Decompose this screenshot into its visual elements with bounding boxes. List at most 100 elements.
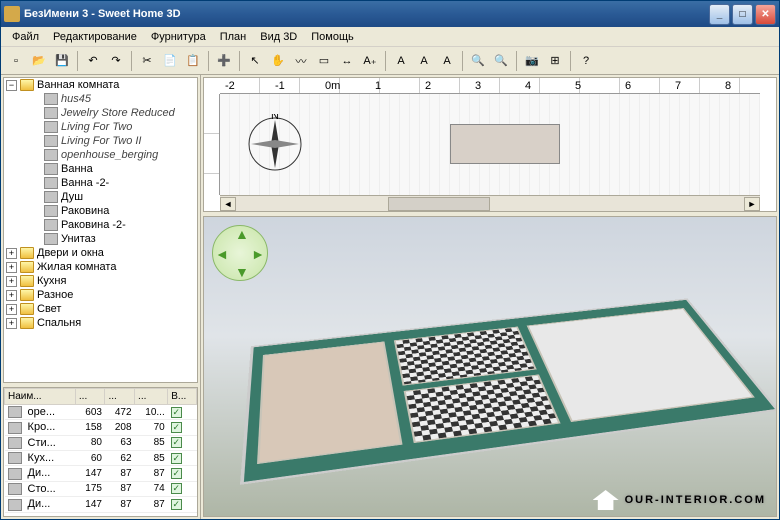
tree-item[interactable]: +Спальня: [4, 316, 197, 330]
visibility-checkbox[interactable]: ✓: [171, 483, 182, 494]
zoom-out-icon[interactable]: 🔍: [490, 50, 512, 72]
nav-up-icon[interactable]: ▲: [235, 226, 249, 242]
tree-item[interactable]: + Двери и окна: [4, 246, 197, 260]
tree-item[interactable]: Ванна: [4, 162, 197, 176]
tree-item[interactable]: +Разное: [4, 288, 197, 302]
help-icon[interactable]: ?: [575, 50, 597, 72]
open-icon[interactable]: 📂: [28, 50, 50, 72]
expand-icon[interactable]: +: [6, 248, 17, 259]
column-header[interactable]: ...: [135, 389, 168, 405]
visibility-checkbox[interactable]: ✓: [171, 422, 182, 433]
column-header[interactable]: ...: [105, 389, 135, 405]
document-new-icon[interactable]: ▫: [5, 50, 27, 72]
cut-icon[interactable]: ✂: [136, 50, 158, 72]
plan-canvas[interactable]: N: [220, 94, 760, 195]
column-header[interactable]: Наим...: [5, 389, 76, 405]
visibility-checkbox[interactable]: ✓: [171, 437, 182, 448]
scroll-right-button[interactable]: ►: [744, 197, 760, 211]
expand-icon[interactable]: +: [6, 262, 17, 273]
view-3d[interactable]: ▲ ▼ ◄ ► OUR-INTERIOR.COM: [203, 216, 777, 517]
wall-icon[interactable]: 〰: [290, 50, 312, 72]
folder-icon: [20, 79, 34, 91]
menu-файл[interactable]: Файл: [5, 29, 46, 45]
visibility-checkbox[interactable]: ✓: [171, 453, 182, 464]
plan-scrollbar-horizontal[interactable]: ◄ ►: [220, 195, 760, 211]
add-furniture-icon[interactable]: ➕: [213, 50, 235, 72]
table-row[interactable]: Сто...1758774✓: [5, 481, 197, 496]
nav-3d-widget[interactable]: ▲ ▼ ◄ ►: [212, 225, 268, 281]
furniture-table[interactable]: Наим............В... оре...60347210...✓ …: [3, 387, 198, 517]
select-icon[interactable]: ↖: [244, 50, 266, 72]
camera-icon[interactable]: 📷: [521, 50, 543, 72]
menu-редактирование[interactable]: Редактирование: [46, 29, 144, 45]
tree-item[interactable]: Раковина -2-: [4, 218, 197, 232]
tree-item[interactable]: Унитаз: [4, 232, 197, 246]
tree-item[interactable]: Living For Two II: [4, 134, 197, 148]
menu-вид 3d[interactable]: Вид 3D: [253, 29, 304, 45]
nav-left-icon[interactable]: ◄: [215, 246, 229, 262]
close-button[interactable]: ✕: [755, 4, 776, 25]
column-header[interactable]: В...: [168, 389, 197, 405]
menu-план[interactable]: План: [213, 29, 254, 45]
menu-фурнитура[interactable]: Фурнитура: [144, 29, 213, 45]
visibility-checkbox[interactable]: ✓: [171, 499, 182, 510]
dimension-icon[interactable]: ↔: [336, 50, 358, 72]
expand-icon[interactable]: +: [6, 318, 17, 329]
table-row[interactable]: Ди...1478787✓: [5, 497, 197, 512]
nav-down-icon[interactable]: ▼: [235, 264, 249, 280]
scroll-left-button[interactable]: ◄: [220, 197, 236, 211]
text-bold-icon[interactable]: A: [413, 50, 435, 72]
preferences-icon[interactable]: ⊞: [544, 50, 566, 72]
tree-label: Свет: [37, 303, 61, 315]
tree-item[interactable]: +Кухня: [4, 274, 197, 288]
undo-icon[interactable]: ↶: [82, 50, 104, 72]
text-icon[interactable]: A₊: [359, 50, 381, 72]
visibility-checkbox[interactable]: ✓: [171, 468, 182, 479]
collapse-icon[interactable]: −: [6, 80, 17, 91]
room-icon[interactable]: ▭: [313, 50, 335, 72]
tree-item[interactable]: Jewelry Store Reduced: [4, 106, 197, 120]
text-opts-icon[interactable]: A: [436, 50, 458, 72]
folder-icon: [20, 261, 34, 273]
expand-icon[interactable]: +: [6, 276, 17, 287]
folder-icon: [20, 303, 34, 315]
expand-icon[interactable]: +: [6, 304, 17, 315]
plan-2d-view[interactable]: -2-10m12345678 N ◄ ►: [203, 77, 777, 212]
save-icon[interactable]: 💾: [51, 50, 73, 72]
column-header[interactable]: ...: [75, 389, 105, 405]
scroll-thumb[interactable]: [388, 197, 490, 211]
tree-item[interactable]: Душ: [4, 190, 197, 204]
copy-icon[interactable]: 📄: [159, 50, 181, 72]
catalog-tree[interactable]: − Ванная комнатаhus45Jewelry Store Reduce…: [3, 77, 198, 383]
table-row[interactable]: Кро...15820870✓: [5, 420, 197, 435]
tree-item[interactable]: + Свет: [4, 302, 197, 316]
table-row[interactable]: Кух...606285✓: [5, 451, 197, 466]
visibility-checkbox[interactable]: ✓: [171, 407, 182, 418]
minimize-button[interactable]: _: [709, 4, 730, 25]
table-row[interactable]: оре...60347210...✓: [5, 405, 197, 420]
tree-label: Двери и окна: [37, 247, 104, 259]
tree-item[interactable]: − Ванная комната: [4, 78, 197, 92]
redo-icon[interactable]: ↷: [105, 50, 127, 72]
tree-item[interactable]: Раковина: [4, 204, 197, 218]
table-row[interactable]: Ди...1478787✓: [5, 466, 197, 481]
furniture-icon: [44, 205, 58, 217]
expand-icon[interactable]: +: [6, 290, 17, 301]
tree-item[interactable]: Living For Two: [4, 120, 197, 134]
floor-3d: [240, 298, 777, 484]
menu-помощь[interactable]: Помощь: [304, 29, 361, 45]
nav-right-icon[interactable]: ►: [251, 246, 265, 262]
maximize-button[interactable]: □: [732, 4, 753, 25]
tree-item[interactable]: openhouse_berging: [4, 148, 197, 162]
pan-icon[interactable]: ✋: [267, 50, 289, 72]
table-row[interactable]: Сти...806385✓: [5, 435, 197, 450]
tree-label: Ванная комната: [37, 79, 119, 91]
tree-item[interactable]: +Жилая комната: [4, 260, 197, 274]
paste-icon[interactable]: 📋: [182, 50, 204, 72]
tree-label: Раковина -2-: [61, 219, 126, 231]
ruler-vertical: [204, 94, 220, 195]
text-italic-icon[interactable]: A: [390, 50, 412, 72]
tree-item[interactable]: Ванна -2-: [4, 176, 197, 190]
tree-item[interactable]: hus45: [4, 92, 197, 106]
zoom-in-icon[interactable]: 🔍: [467, 50, 489, 72]
